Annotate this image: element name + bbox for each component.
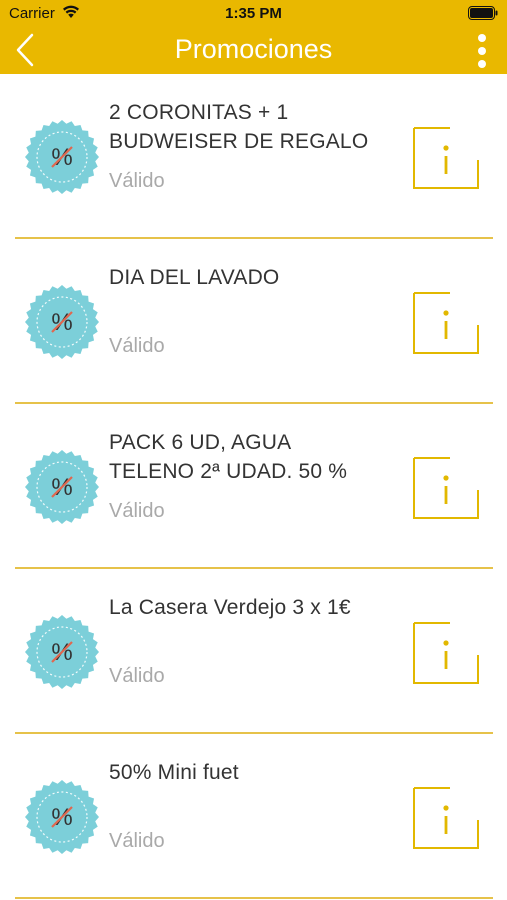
discount-badge-icon: % [25, 780, 99, 854]
more-vertical-icon [478, 34, 486, 68]
promotion-title: La Casera Verdejo 3 x 1€ [109, 593, 394, 622]
promotion-status: Válido [109, 665, 165, 687]
promotion-status: Válido [109, 500, 165, 522]
promotion-row[interactable]: % La Casera Verdejo 3 x 1€ Válido [0, 569, 507, 734]
info-icon [413, 457, 479, 519]
promotion-title-line: PACK 6 UD, AGUA [109, 431, 292, 454]
promotion-title-line: 2 CORONITAS + 1 [109, 101, 289, 124]
promotion-title: 50% Mini fuet [109, 758, 394, 787]
info-icon [413, 292, 479, 354]
discount-badge-icon: % [25, 615, 99, 689]
clock: 1:35 PM [225, 5, 282, 22]
promotion-status: Válido [109, 830, 165, 852]
status-bar: Carrier 1:35 PM [0, 0, 507, 28]
battery-icon [468, 6, 498, 20]
promotion-title-line: DIA DEL LAVADO [109, 266, 280, 289]
promotion-title-line: 50% Mini fuet [109, 761, 239, 784]
info-icon [413, 127, 479, 189]
discount-badge-icon: % [25, 120, 99, 194]
promotions-list: % 2 CORONITAS + 1 BUDWEISER DE REGALO Vál… [0, 74, 507, 899]
promotion-status: Válido [109, 335, 165, 357]
promotion-title-line: BUDWEISER DE REGALO [109, 130, 369, 153]
promotion-row[interactable]: % PACK 6 UD, AGUA TELENO 2ª UDAD. 50 % Vá… [0, 404, 507, 569]
promotion-row[interactable]: % 50% Mini fuet Válido [0, 734, 507, 899]
info-button[interactable] [412, 126, 480, 190]
info-icon [413, 622, 479, 684]
page-title: Promociones [174, 34, 333, 64]
header: Carrier 1:35 PM Promociones [0, 0, 507, 74]
promotion-title: DIA DEL LAVADO [109, 263, 394, 292]
navigation-bar: Promociones [0, 28, 507, 74]
info-icon [413, 787, 479, 849]
promotion-title-line: TELENO 2ª UDAD. 50 % [109, 460, 348, 483]
promotion-row[interactable]: % DIA DEL LAVADO Válido [0, 239, 507, 404]
row-divider [15, 897, 493, 899]
promotion-title: PACK 6 UD, AGUA TELENO 2ª UDAD. 50 % [109, 428, 394, 486]
promotion-row[interactable]: % 2 CORONITAS + 1 BUDWEISER DE REGALO Vál… [0, 74, 507, 239]
more-options-button[interactable] [471, 30, 493, 70]
promotion-title-line: La Casera Verdejo 3 x 1€ [109, 596, 351, 619]
promotion-title: 2 CORONITAS + 1 BUDWEISER DE REGALO [109, 98, 394, 156]
info-button[interactable] [412, 456, 480, 520]
discount-badge-icon: % [25, 450, 99, 524]
info-button[interactable] [412, 621, 480, 685]
info-button[interactable] [412, 291, 480, 355]
promotion-status: Válido [109, 170, 165, 192]
info-button[interactable] [412, 786, 480, 850]
discount-badge-icon: % [25, 285, 99, 359]
